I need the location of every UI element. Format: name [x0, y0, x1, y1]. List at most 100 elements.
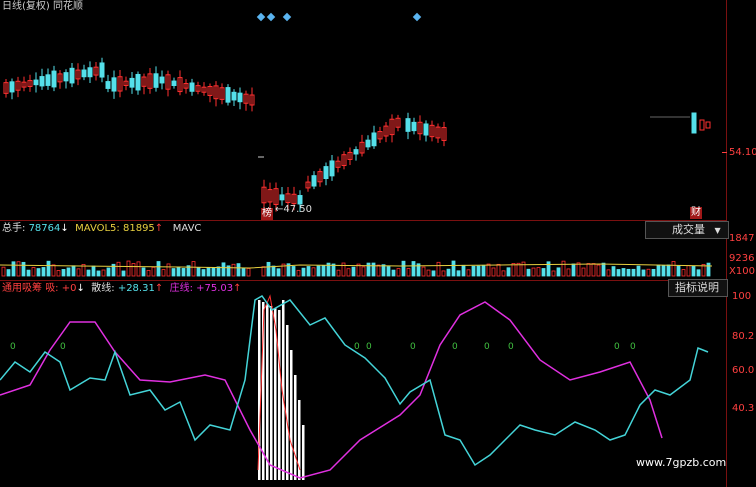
absorb-bar [278, 310, 281, 480]
volume-bar [211, 267, 216, 277]
candle-body [353, 149, 359, 155]
volume-bar [656, 264, 661, 277]
candle-body [63, 72, 69, 82]
chart-canvas[interactable] [0, 0, 756, 487]
volume-header: 总手: 78764↓ MAVOL5: 81895↑ MAVC [2, 223, 201, 235]
volume-bar [556, 267, 561, 277]
volume-selector-button[interactable]: 成交量 ▼ [645, 221, 729, 239]
volume-bar [536, 267, 541, 277]
volume-bar [691, 265, 696, 277]
volume-bar [311, 267, 316, 277]
low-price-value: 47.50 [283, 204, 313, 215]
volume-bar [216, 266, 221, 277]
volume-bar [631, 268, 636, 277]
sanhu-line [0, 295, 709, 467]
zero-mark: 0 [614, 342, 620, 352]
volume-bar [26, 269, 31, 277]
price-axis-label: 54.10 [729, 147, 756, 158]
volume-bar [601, 262, 606, 277]
volume-bar [136, 261, 141, 277]
volume-bar [201, 269, 206, 277]
arrow-up-icon: ↑ [233, 283, 242, 294]
zhuang-value: +75.03 [196, 283, 234, 294]
volume-bar [61, 269, 66, 277]
low-marker-badge[interactable]: 榜 [261, 208, 273, 220]
volume-bar [441, 270, 446, 277]
indicator-axis-label: 40.3 [732, 403, 755, 414]
volume-bar [696, 269, 701, 277]
arrow-down-icon: ↓ [60, 223, 69, 234]
candle-body [279, 194, 285, 201]
volume-bar [291, 266, 296, 277]
volume-bar [496, 263, 501, 277]
total-label: 总手: [2, 223, 26, 234]
volume-axis-label: 9236 [729, 253, 755, 264]
volume-bar [246, 268, 251, 277]
absorb-bar [294, 375, 297, 480]
volume-bar [481, 264, 486, 277]
candle-body [33, 79, 39, 86]
candle-body [45, 74, 51, 86]
indicator-explain-button[interactable]: 指标说明 [668, 279, 728, 297]
volume-bar [401, 260, 406, 277]
zhuang-label: 庄线: [169, 283, 193, 294]
volume-bar [231, 263, 236, 277]
volume-bar [366, 262, 371, 277]
volume-bar [36, 268, 41, 277]
volume-bar [666, 264, 671, 277]
volume-bar [41, 267, 46, 277]
candle-body [231, 91, 237, 101]
volume-bar [541, 268, 546, 277]
volume-bar [86, 269, 91, 277]
candle-body [105, 81, 111, 89]
volume-bar [506, 267, 511, 277]
volume-bar [161, 269, 166, 277]
zhuang-line [0, 301, 663, 479]
mavol5-label: MAVOL5: [75, 223, 120, 234]
indicator-name[interactable]: 通用吸筹 [2, 283, 42, 294]
absorb-bar [270, 306, 273, 480]
volume-bar [361, 266, 366, 277]
volume-bar [206, 267, 211, 277]
volume-bar [236, 263, 241, 277]
zero-mark: 0 [10, 342, 16, 352]
volume-bar [21, 261, 26, 277]
candle-body [329, 160, 335, 177]
volume-bar [446, 268, 451, 277]
volume-bar [46, 260, 51, 277]
candle-body [311, 175, 317, 187]
candle-body [699, 119, 705, 131]
sanhu-label: 散线: [91, 283, 115, 294]
volume-bar [551, 270, 556, 277]
volume-bar [76, 268, 81, 277]
arrow-up-icon: ↑ [154, 223, 164, 234]
finance-marker-badge[interactable]: 财 [690, 207, 702, 219]
absorb-bar [290, 350, 293, 480]
candle-body [237, 92, 243, 103]
volume-bar [661, 265, 666, 277]
volume-bar [606, 269, 611, 277]
indicator-axis-label: 100 [732, 291, 752, 302]
volume-bar [636, 265, 641, 277]
volume-bar [156, 261, 161, 277]
volume-bar [151, 266, 156, 277]
volume-bar [571, 263, 576, 277]
volume-bar [471, 265, 476, 277]
zero-mark: 0 [484, 342, 490, 352]
volume-selector-label: 成交量 [672, 223, 705, 236]
volume-bar [706, 262, 711, 277]
volume-bar [456, 270, 461, 277]
arrow-down-icon: ↓ [76, 283, 85, 294]
candle-body [81, 69, 87, 78]
volume-bar [621, 268, 626, 277]
volume-bar [91, 265, 96, 277]
candle-body [323, 166, 329, 179]
volume-bar [351, 266, 356, 277]
volume-bar [451, 260, 456, 277]
volume-bar [316, 265, 321, 277]
candle-body [39, 76, 45, 87]
volume-bar [11, 261, 16, 277]
volume-bar [146, 269, 151, 277]
volume-bar [371, 262, 376, 277]
volume-bar [321, 265, 326, 277]
